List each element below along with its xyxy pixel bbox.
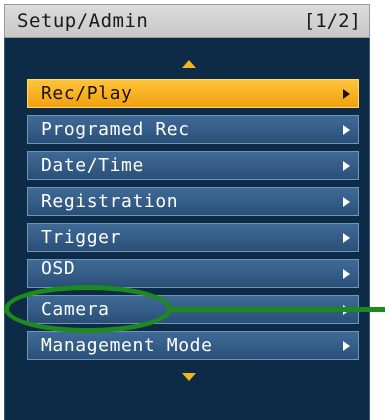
scroll-down-icon[interactable]	[182, 373, 196, 381]
menu-item-osd[interactable]: OSD	[27, 258, 359, 288]
chevron-right-icon	[343, 233, 350, 243]
menu-item-rec-play[interactable]: Rec/Play	[27, 79, 359, 108]
chevron-right-icon	[343, 125, 350, 135]
menu-item-label: Management Mode	[41, 335, 213, 356]
menu-item-label: Rec/Play	[41, 83, 133, 104]
menu-item-label: Programed Rec	[41, 119, 190, 140]
chevron-right-icon	[343, 197, 350, 207]
page-indicator: [1/2]	[303, 10, 361, 32]
scroll-up-icon[interactable]	[182, 60, 196, 68]
menu-item-label: Trigger	[41, 227, 122, 248]
chevron-right-icon	[343, 341, 350, 351]
chevron-right-icon	[343, 161, 350, 171]
menu-title: Setup/Admin	[17, 10, 149, 32]
chevron-right-icon	[343, 269, 350, 279]
chevron-right-icon	[343, 89, 350, 99]
menu-item-label: OSD	[41, 258, 76, 279]
menu-item-label: Registration	[41, 191, 179, 212]
menu-item-registration[interactable]: Registration	[27, 187, 359, 216]
menu-item-programed-rec[interactable]: Programed Rec	[27, 115, 359, 144]
menu-item-label: Date/Time	[41, 155, 144, 176]
camera-highlight-ring	[4, 285, 172, 333]
menu-item-management-mode[interactable]: Management Mode	[27, 331, 359, 360]
menu-item-date-time[interactable]: Date/Time	[27, 151, 359, 180]
menu-header: Setup/Admin [1/2]	[4, 4, 370, 38]
menu-item-trigger[interactable]: Trigger	[27, 223, 359, 252]
camera-menu-screen: Setup/Admin [1/2] Rec/Play Programed Rec…	[0, 0, 385, 420]
annotation-pointer-line	[170, 307, 385, 312]
